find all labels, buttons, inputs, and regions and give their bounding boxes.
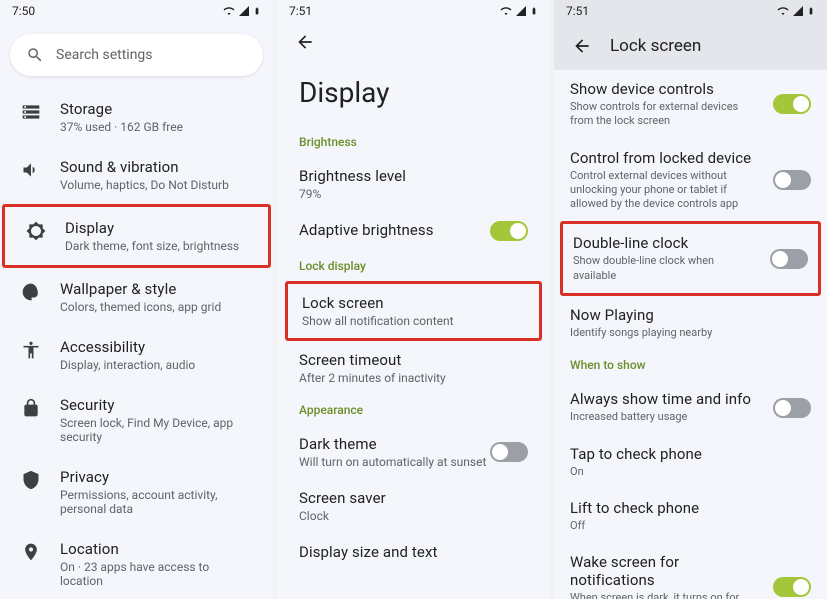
battery-icon [253,5,261,17]
status-icons [777,5,815,17]
double-line-clock-toggle[interactable] [770,249,808,269]
wallpaper-icon [21,282,41,302]
sidebar-item-storage[interactable]: Storage37% used · 162 GB free [0,88,273,146]
sidebar-item-wallpaper[interactable]: Wallpaper & styleColors, themed icons, a… [0,268,273,326]
wifi-icon [223,5,235,17]
item-lock-screen[interactable]: Lock screenShow all notification content [285,281,542,341]
wifi-icon [500,5,512,17]
clock: 7:51 [289,4,312,18]
sidebar-item-privacy[interactable]: PrivacyPermissions, account activity, pe… [0,456,273,528]
privacy-icon [21,470,41,490]
sound-icon [21,160,41,180]
sidebar-item-location[interactable]: LocationOn · 23 apps have access to loca… [0,528,273,599]
item-brightness-level[interactable]: Brightness level79% [277,157,550,211]
battery-icon [530,5,538,17]
search-input[interactable]: Search settings [10,34,263,76]
item-screen-saver[interactable]: Screen saverClock [277,479,550,533]
section-brightness: Brightness [277,127,550,157]
item-display-size[interactable]: Display size and text [277,533,550,573]
sidebar-item-sound[interactable]: Sound & vibrationVolume, haptics, Do Not… [0,146,273,204]
item-control-locked[interactable]: Control from locked deviceControl extern… [554,139,827,222]
section-when-to-show: When to show [554,350,827,380]
signal-icon [515,5,527,17]
page-title: Display [277,62,550,127]
item-now-playing[interactable]: Now PlayingIdentify songs playing nearby [554,296,827,350]
status-bar: 7:51 [554,0,827,22]
back-arrow-icon [295,32,315,52]
search-icon [26,46,44,64]
item-wake-notifications[interactable]: Wake screen for notificationsWhen screen… [554,543,827,599]
search-placeholder: Search settings [56,47,153,63]
dark-theme-toggle[interactable] [490,442,528,462]
lock-screen-panel: 7:51 Lock screen Show device controlsSho… [554,0,827,599]
section-lock-display: Lock display [277,251,550,281]
device-controls-toggle[interactable] [773,94,811,114]
item-adaptive-brightness[interactable]: Adaptive brightness [277,211,550,251]
item-dark-theme[interactable]: Dark themeWill turn on automatically at … [277,425,550,479]
item-lift-check[interactable]: Lift to check phoneOff [554,489,827,543]
always-show-toggle[interactable] [773,398,811,418]
item-tap-check[interactable]: Tap to check phoneOn [554,435,827,489]
item-screen-timeout[interactable]: Screen timeoutAfter 2 minutes of inactiv… [277,341,550,395]
back-button[interactable] [570,34,594,58]
status-bar: 7:50 [0,0,273,22]
adaptive-brightness-toggle[interactable] [490,221,528,241]
back-button[interactable] [293,30,317,54]
signal-icon [238,5,250,17]
display-icon [26,221,46,241]
section-appearance: Appearance [277,395,550,425]
status-icons [500,5,538,17]
sidebar-item-security[interactable]: SecurityScreen lock, Find My Device, app… [0,384,273,456]
sidebar-item-accessibility[interactable]: AccessibilityDisplay, interaction, audio [0,326,273,384]
control-locked-toggle[interactable] [773,170,811,190]
clock: 7:50 [12,4,35,18]
settings-main-panel: 7:50 Search settings Storage37% used · 1… [0,0,273,599]
clock: 7:51 [566,4,589,18]
item-device-controls[interactable]: Show device controlsShow controls for ex… [554,70,827,139]
location-icon [21,542,41,562]
page-title: Lock screen [610,36,701,56]
wifi-icon [777,5,789,17]
accessibility-icon [21,340,41,360]
wake-notifications-toggle[interactable] [773,577,811,597]
back-arrow-icon [572,36,592,56]
signal-icon [792,5,804,17]
display-settings-panel: 7:51 Display Brightness Brightness level… [277,0,550,599]
item-double-line-clock[interactable]: Double-line clockShow double-line clock … [560,221,821,296]
status-icons [223,5,261,17]
sidebar-item-display[interactable]: DisplayDark theme, font size, brightness [2,204,271,268]
lock-icon [21,398,41,418]
storage-icon [21,102,41,122]
item-always-show[interactable]: Always show time and infoIncreased batte… [554,380,827,434]
battery-icon [807,5,815,17]
status-bar: 7:51 [277,0,550,22]
